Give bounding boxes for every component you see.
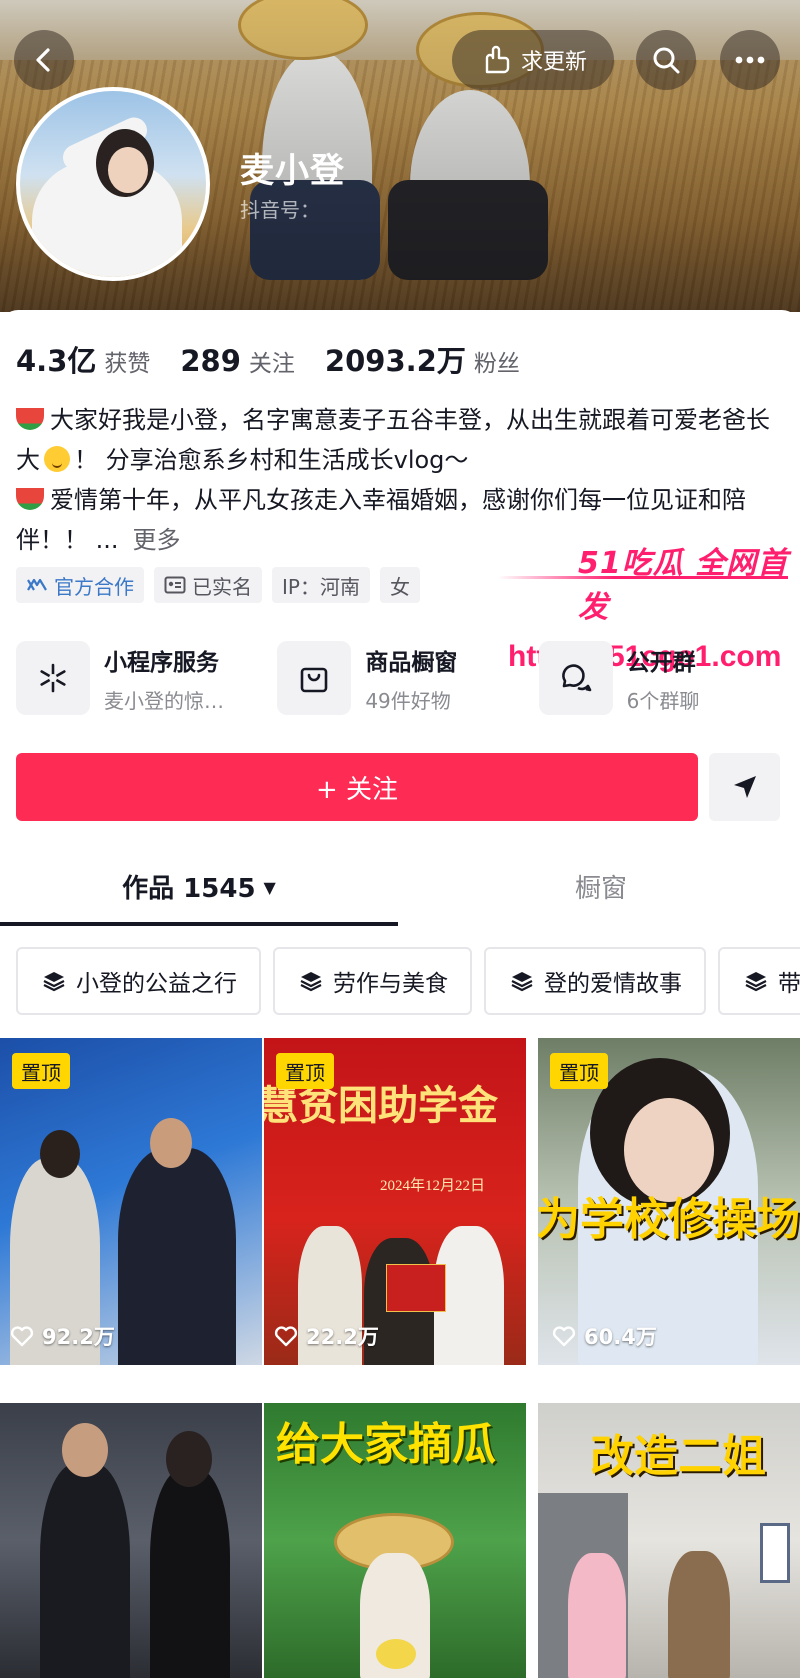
more-options-button[interactable] bbox=[720, 30, 780, 90]
followers-count[interactable]: 2093.2万 bbox=[325, 338, 466, 380]
content-tabs: 作品 1545 ▼ 橱窗 bbox=[0, 858, 800, 926]
service-product-window[interactable]: 商品橱窗 49件好物 bbox=[277, 641, 538, 715]
active-tab-indicator bbox=[0, 922, 398, 926]
collection-label: 登的爱情故事 bbox=[544, 971, 682, 997]
back-button[interactable] bbox=[14, 30, 74, 90]
pinned-badge: 置顶 bbox=[276, 1053, 334, 1089]
video-thumbnail[interactable]: 慧贫困助学金 2024年12月22日 置顶 22.2万 bbox=[264, 1038, 526, 1365]
collection-chip[interactable]: 登的爱情故事 bbox=[484, 947, 706, 1015]
bio-more-link[interactable]: 更多 bbox=[133, 526, 181, 554]
id-card-icon bbox=[164, 576, 186, 594]
video-likes-count: 60.4万 bbox=[584, 1325, 657, 1349]
follow-button-label: + 关注 bbox=[315, 774, 399, 805]
smiling-face-emoji-icon bbox=[44, 446, 70, 472]
likes-count[interactable]: 4.3亿 bbox=[16, 338, 96, 380]
service-public-group[interactable]: 公开群 6个群聊 bbox=[538, 641, 800, 715]
video-caption: 改造二姐 bbox=[590, 1431, 766, 1482]
video-likes: 92.2万 bbox=[10, 1321, 115, 1351]
following-label: 关注 bbox=[248, 351, 295, 377]
watermark-title: 51吃瓜 全网首发 bbox=[578, 546, 789, 625]
group-chat-icon bbox=[538, 641, 613, 715]
video-thumbnail[interactable]: 给大家摘瓜 bbox=[264, 1403, 526, 1678]
service-title: 商品橱窗 bbox=[365, 649, 458, 676]
tab-works[interactable]: 作品 1545 ▼ bbox=[0, 858, 398, 905]
video-thumbnail[interactable]: 为学校修操场 置顶 60.4万 bbox=[538, 1038, 800, 1365]
more-dots-icon bbox=[735, 56, 765, 64]
profile-bio[interactable]: 大家好我是小登，名字寓意麦子五谷丰登，从出生就跟着可爱老爸长大！ 分享治愈系乡村… bbox=[16, 400, 786, 560]
video-date: 2024年12月22日 bbox=[380, 1178, 486, 1194]
video-caption: 给大家摘瓜 bbox=[276, 1419, 496, 1470]
send-icon bbox=[733, 776, 756, 798]
video-likes-count: 22.2万 bbox=[306, 1325, 379, 1349]
video-thumbnail[interactable]: 改造二姐 bbox=[538, 1403, 800, 1678]
official-cooperation-icon bbox=[27, 578, 47, 591]
service-mini-program[interactable]: 小程序服务 麦小登的惊… bbox=[16, 641, 277, 715]
followers-label: 粉丝 bbox=[473, 351, 520, 377]
heart-outline-icon bbox=[274, 1326, 298, 1347]
follow-button[interactable]: + 关注 bbox=[16, 753, 698, 821]
heart-outline-icon bbox=[552, 1326, 576, 1347]
profile-nickname: 麦小登 bbox=[240, 151, 345, 191]
avatar[interactable] bbox=[16, 87, 210, 281]
layers-icon bbox=[511, 972, 533, 992]
request-update-button[interactable]: 求更新 bbox=[452, 30, 614, 90]
collection-chip[interactable]: 劳作与美食 bbox=[273, 947, 472, 1015]
collection-label: 劳作与美食 bbox=[333, 971, 448, 997]
video-likes: 60.4万 bbox=[552, 1321, 657, 1351]
collection-label: 小登的公益之行 bbox=[76, 971, 237, 997]
profile-stats: 4.3亿 获赞 289 关注 2093.2万 粉丝 bbox=[16, 338, 550, 380]
pinned-badge: 置顶 bbox=[550, 1053, 608, 1089]
collection-label: 带 bbox=[778, 971, 800, 997]
watermelon-emoji-icon bbox=[16, 488, 44, 510]
tag-gender: 女 bbox=[379, 567, 420, 603]
tab-product-window[interactable]: 橱窗 bbox=[402, 858, 800, 905]
video-thumbnail[interactable]: 置顶 92.2万 bbox=[0, 1038, 262, 1365]
share-button[interactable] bbox=[709, 753, 780, 821]
service-title: 公开群 bbox=[626, 649, 696, 676]
hand-pointing-icon bbox=[485, 45, 510, 74]
service-entries: 小程序服务 麦小登的惊… 商品橱窗 49件好物 公开群 6个群聊 bbox=[16, 641, 800, 715]
video-grid: 置顶 92.2万 慧贫困助学金 2024年12月22日 置顶 22.2万 为学校… bbox=[0, 1038, 800, 1678]
service-subtitle: 49件好物 bbox=[365, 688, 451, 713]
video-likes-count: 92.2万 bbox=[42, 1325, 115, 1349]
request-update-label: 求更新 bbox=[520, 50, 587, 75]
caret-down-icon: ▼ bbox=[263, 878, 276, 897]
pinned-badge: 置顶 bbox=[12, 1053, 70, 1089]
search-icon bbox=[653, 47, 680, 74]
tab-works-label: 作品 1545 bbox=[122, 874, 256, 904]
douyin-id[interactable]: 抖音号： bbox=[240, 194, 320, 223]
service-subtitle: 6个群聊 bbox=[626, 688, 700, 713]
video-caption: 为学校修操场 bbox=[538, 1194, 800, 1245]
heart-outline-icon bbox=[10, 1326, 34, 1347]
layers-icon bbox=[300, 972, 322, 992]
likes-label: 获赞 bbox=[104, 351, 151, 377]
collection-chip[interactable]: 带 bbox=[718, 947, 800, 1015]
tag-ip-location: IP：河南 bbox=[272, 567, 370, 603]
video-thumbnail[interactable] bbox=[0, 1403, 262, 1678]
mini-program-icon bbox=[16, 641, 90, 715]
profile-tags: 官方合作 已实名 IP：河南 女 bbox=[16, 567, 420, 603]
tag-label: 已实名 bbox=[192, 574, 252, 599]
tag-label: 女 bbox=[389, 574, 410, 599]
search-button[interactable] bbox=[636, 30, 696, 90]
service-subtitle: 麦小登的惊… bbox=[104, 688, 224, 713]
shopping-bag-icon bbox=[277, 641, 352, 715]
tag-label: IP：河南 bbox=[282, 574, 360, 599]
service-title: 小程序服务 bbox=[104, 649, 219, 676]
back-arrow-icon bbox=[36, 48, 50, 72]
collection-chips: 小登的公益之行 劳作与美食 登的爱情故事 带 bbox=[16, 947, 800, 1015]
bio-line-1-end: ！ 分享治愈系乡村和生活成长vlog～ bbox=[74, 446, 469, 474]
layers-icon bbox=[745, 972, 767, 992]
tag-official-cooperation[interactable]: 官方合作 bbox=[16, 567, 144, 603]
tag-verified-name[interactable]: 已实名 bbox=[154, 567, 262, 603]
video-caption: 慧贫困助学金 bbox=[264, 1083, 498, 1129]
layers-icon bbox=[43, 972, 65, 992]
following-count[interactable]: 289 bbox=[180, 344, 241, 378]
video-likes: 22.2万 bbox=[274, 1321, 379, 1351]
watermelon-emoji-icon bbox=[16, 408, 44, 430]
tag-label: 官方合作 bbox=[54, 574, 134, 599]
collection-chip[interactable]: 小登的公益之行 bbox=[16, 947, 261, 1015]
